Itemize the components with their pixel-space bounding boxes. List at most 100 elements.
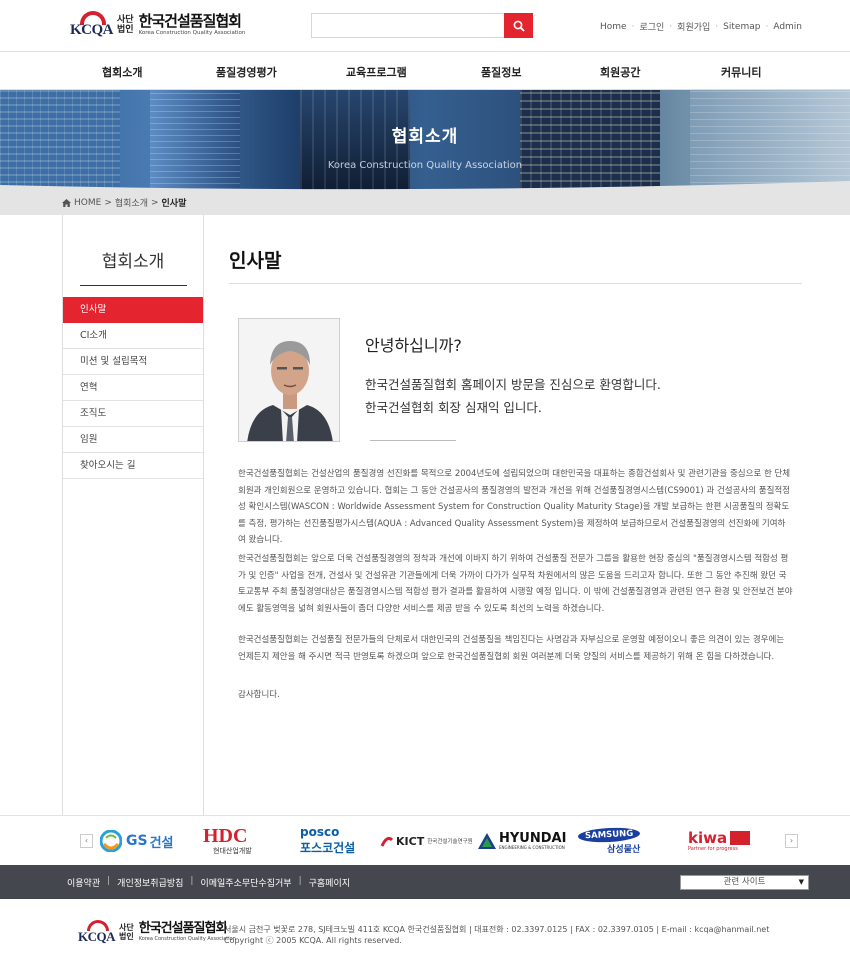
footer-logo-name: 한국건설품질협회 — [138, 920, 228, 936]
sidebar-item-history[interactable]: 연혁 — [63, 375, 203, 401]
greeting-heading: 안녕하십니까? — [365, 336, 462, 355]
footer-address-text: 서울시 금천구 벚꽃로 278, SJ테크노빌 411호 KCQA 한국건설품질… — [224, 925, 467, 934]
related-sites-label: 관련 사이트 — [723, 877, 766, 887]
greeting-line-1: 한국건설품질협회 홈페이지 방문을 진심으로 환영합니다. — [365, 377, 661, 392]
logo-name: 한국건설품질협회 — [138, 12, 242, 30]
footer-logo-sub-1: 사단 — [119, 923, 134, 932]
body-paragraph-4: 감사합니다. — [238, 690, 280, 700]
gnb-item-about[interactable]: 협회소개 — [102, 64, 142, 80]
samsung-logo-sub: 삼성물산 — [607, 844, 641, 855]
banner-subtitle: Korea Construction Quality Association — [327, 160, 523, 171]
partner-logo-kiwa[interactable]: kiwa Partner for progress — [688, 824, 751, 858]
sidebar-item-ci[interactable]: CI소개 — [63, 323, 203, 349]
logo-sub-2: 법인 — [117, 25, 134, 35]
footer-link-old-homepage[interactable]: 구홈페이지 — [309, 876, 350, 889]
header: KCQA 사단 법인 한국건설품질협회 Korea Construction Q… — [0, 0, 850, 52]
gs-logo-text: GS — [126, 833, 148, 849]
footer-address: 서울시 금천구 벚꽃로 278, SJ테크노빌 411호 KCQA 한국건설품질… — [224, 925, 770, 945]
sidebar-item-greeting[interactable]: 인사말 — [63, 297, 203, 323]
president-photo — [238, 318, 340, 442]
body-paragraph-1: 한국건설품질협회는 건설산업의 품질경영 선진화를 목적으로 2004년도에 설… — [238, 469, 791, 545]
footer-link-privacy[interactable]: 개인정보취급방침 — [117, 876, 183, 889]
hyundai-logo-icon — [478, 833, 496, 849]
utility-nav: Home · 로그인 · 회원가입 · Sitemap · Admin — [600, 20, 803, 34]
banner-title: 협회소개 — [391, 127, 459, 147]
kict-logo-text: KICT — [396, 834, 425, 848]
portrait-image — [239, 319, 339, 441]
breadcrumb-current: 인사말 — [161, 199, 187, 209]
kiwa-logo-sub: Partner for progress — [688, 845, 738, 852]
search-input[interactable] — [312, 14, 505, 37]
sidebar-item-mission[interactable]: 미션 및 설립목적 — [63, 349, 203, 375]
partner-prev-button[interactable]: ‹ — [80, 834, 93, 848]
gnb-item-education[interactable]: 교육프로그램 — [346, 64, 407, 80]
sidebar-item-executives[interactable]: 임원 — [63, 427, 203, 453]
partner-logo-kict[interactable]: KICT 한국건설기술연구원 — [380, 824, 473, 858]
breadcrumb-bar: HOME > 협회소개 > 인사말 — [0, 190, 850, 215]
footer-phone: 대표전화 : 02.3397.0125 — [474, 925, 568, 934]
util-admin-link[interactable]: Admin — [773, 22, 802, 32]
kcqa-logo-mark: KCQA — [70, 11, 116, 39]
partner-next-button[interactable]: › — [785, 834, 798, 848]
site-logo[interactable]: KCQA 사단 법인 한국건설품질협회 Korea Construction Q… — [70, 11, 245, 39]
gnb-item-quality-eval[interactable]: 품질경영평가 — [216, 64, 277, 80]
hyundai-logo-text: HYUNDAI — [499, 831, 567, 846]
partner-logo-posco[interactable]: posco 포스코건설 — [300, 824, 355, 858]
sidebar-menu: 인사말 CI소개 미션 및 설립목적 연혁 조직도 임원 찾아오시는 길 — [63, 297, 203, 479]
search-box — [311, 13, 533, 38]
footer-link-email-policy[interactable]: 이메일주소무단수집거부 — [200, 876, 291, 889]
util-join-link[interactable]: 회원가입 — [677, 20, 710, 33]
related-sites-select[interactable]: 관련 사이트 ▼ — [680, 875, 809, 890]
hyundai-logo-sub: ENGINEERING & CONSTRUCTION — [499, 845, 565, 850]
footer-logo-english: Korea Construction Quality Association — [138, 935, 236, 942]
footer-logo-mark: KCQA — [78, 920, 118, 944]
greeting-line-2: 한국건설협회 회장 심재익 입니다. — [365, 400, 542, 415]
footer-logo-sub-2: 법인 — [119, 932, 134, 941]
partner-strip: ‹ GS 건설 HDC 현대산업개발 posco 포스코건설 KICT 한국건설… — [0, 815, 850, 865]
partner-logo-gs[interactable]: GS 건설 — [100, 824, 174, 858]
gs-logo-icon — [100, 830, 122, 852]
logo-sub-1: 사단 — [117, 15, 134, 25]
logo-english: Korea Construction Quality Association — [138, 30, 246, 36]
util-sitemap-link[interactable]: Sitemap — [723, 22, 760, 32]
footer-fax: FAX : 02.3397.0105 — [575, 925, 654, 934]
hdc-logo-text: HDC — [203, 825, 248, 847]
footer-logo-mark-text: KCQA — [78, 929, 116, 944]
search-button[interactable] — [504, 13, 533, 38]
footer-logo-sub: 사단 법인 — [119, 923, 134, 941]
logo-sub: 사단 법인 — [117, 15, 134, 35]
body-paragraph-2: 한국건설품질협회는 앞으로 더욱 건설품질경영의 정착과 개선에 이바지 하기 … — [238, 554, 793, 614]
gnb-item-community[interactable]: 커뮤니티 — [721, 64, 761, 80]
posco-logo-text: posco — [300, 825, 340, 839]
hdc-logo-sub: 현대산업개발 — [213, 847, 252, 855]
gnb-item-members[interactable]: 회원공간 — [600, 64, 640, 80]
kiwa-logo-text: kiwa — [688, 828, 728, 847]
gs-logo-text2: 건설 — [149, 835, 174, 851]
gnb-item-quality-info[interactable]: 품질정보 — [481, 64, 521, 80]
main-nav: 협회소개 품질경영평가 교육프로그램 품질정보 회원공간 커뮤니티 — [0, 52, 850, 90]
util-login-link[interactable]: 로그인 — [639, 20, 664, 33]
page-title: 인사말 — [229, 250, 282, 272]
footer-nav: 이용약관 | 개인정보취급방침 | 이메일주소무단수집거부 | 구홈페이지 관련… — [0, 865, 850, 899]
body-paragraph-3: 한국건설품질협회는 건설품질 전문가들의 단체로서 대한민국의 건설품질을 책임… — [238, 635, 785, 662]
search-icon — [513, 20, 525, 32]
sidebar-item-org-chart[interactable]: 조직도 — [63, 401, 203, 427]
footer-link-terms[interactable]: 이용약관 — [67, 876, 100, 889]
footer-logo: KCQA 사단 법인 한국건설품질협회 Korea Construction Q… — [78, 920, 236, 944]
breadcrumb-home[interactable]: HOME — [74, 198, 101, 208]
util-home-link[interactable]: Home — [600, 22, 627, 32]
footer-links: 이용약관 | 개인정보취급방침 | 이메일주소무단수집거부 | 구홈페이지 — [67, 876, 351, 889]
kict-logo-sub: 한국건설기술연구원 — [427, 839, 473, 845]
partner-logo-hdc[interactable]: HDC 현대산업개발 — [203, 824, 252, 858]
sidebar: 협회소개 인사말 CI소개 미션 및 설립목적 연혁 조직도 임원 찾아오시는 … — [62, 215, 204, 815]
home-icon — [62, 198, 71, 207]
sidebar-item-directions[interactable]: 찾아오시는 길 — [63, 453, 203, 479]
footer-copyright: Copyright ⓒ 2005 KCQA. All rights reserv… — [224, 936, 402, 945]
breadcrumb-section[interactable]: 협회소개 — [115, 196, 148, 209]
partner-logo-hyundai[interactable]: HYUNDAI ENGINEERING & CONSTRUCTION — [477, 824, 566, 858]
kict-logo-icon — [380, 837, 394, 847]
posco-logo-sub: 포스코건설 — [300, 841, 356, 855]
footer-email: E-mail : kcqa@hanmail.net — [661, 925, 770, 934]
logo-mark-text: KCQA — [70, 22, 114, 38]
partner-logo-samsung[interactable]: SAMSUNG 삼성물산 — [577, 824, 641, 858]
